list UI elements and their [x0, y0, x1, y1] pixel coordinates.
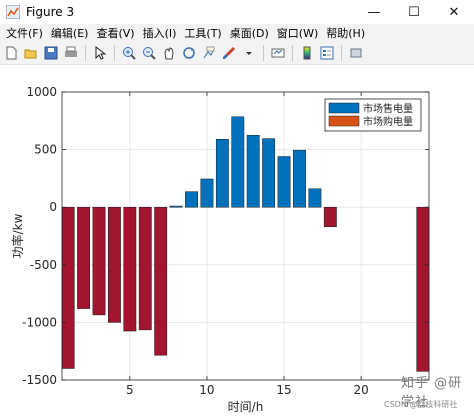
- print-icon[interactable]: [63, 45, 79, 61]
- menu-view[interactable]: 查看(V): [92, 25, 138, 41]
- bar-sell: [169, 205, 183, 208]
- toolbar-separator: [263, 45, 264, 61]
- window-titlebar: Figure 3 — ☐ ✕: [0, 0, 474, 24]
- y-tick-label: -500: [30, 258, 57, 272]
- figure-canvas: 5 10 15 20 -1500 -1000 -500 0 500 1000 时间/h 功率/kw…: [0, 65, 474, 419]
- menu-window[interactable]: 窗口(W): [273, 25, 322, 41]
- link-plot-icon[interactable]: [270, 45, 286, 61]
- x-axis-label: 时间/h: [228, 400, 264, 414]
- data-cursor-icon[interactable]: [201, 45, 217, 61]
- bar-sell: [215, 138, 229, 208]
- bars: [61, 116, 430, 372]
- close-button[interactable]: ✕: [434, 0, 474, 24]
- bar-sell: [262, 138, 276, 208]
- brush-icon[interactable]: [221, 45, 237, 61]
- menu-bar: 文件(F) 编辑(E) 查看(V) 插入(I) 工具(T) 桌面(D) 窗口(W…: [0, 24, 474, 42]
- menu-edit[interactable]: 编辑(E): [47, 25, 93, 41]
- legend-label-sell: 市场售电量: [363, 102, 413, 115]
- toolbar-separator: [114, 45, 115, 61]
- bar-sell: [185, 191, 198, 208]
- y-tick-label: -1500: [22, 373, 57, 387]
- bar-buy: [123, 206, 137, 332]
- bar-buy: [108, 206, 121, 323]
- bar-sell: [231, 116, 245, 208]
- x-tick-label: 20: [354, 383, 369, 397]
- menu-tools[interactable]: 工具(T): [180, 25, 225, 41]
- pan-icon[interactable]: [161, 45, 177, 61]
- legend-swatch-sell: [328, 102, 360, 114]
- x-tick-label: 5: [126, 383, 134, 397]
- chevron-down-icon[interactable]: [241, 45, 257, 61]
- x-tick-label: 10: [199, 383, 214, 397]
- bar-buy: [77, 206, 91, 309]
- toolbar-separator: [341, 45, 342, 61]
- bar-sell: [200, 178, 214, 208]
- menu-desktop[interactable]: 桌面(D): [226, 25, 273, 41]
- bar-buy: [154, 206, 168, 356]
- bar-buy: [416, 206, 430, 372]
- matlab-figure-icon: [6, 5, 20, 19]
- zoom-out-icon[interactable]: [141, 45, 157, 61]
- bar-sell: [293, 149, 306, 208]
- bar-buy: [138, 206, 152, 331]
- maximize-button[interactable]: ☐: [394, 0, 434, 24]
- y-tick-label: 1000: [26, 85, 57, 99]
- bar-buy: [92, 206, 106, 316]
- legend[interactable]: 市场售电量 市场购电量: [324, 98, 422, 132]
- bar-buy: [61, 206, 75, 369]
- zoom-in-icon[interactable]: [121, 45, 137, 61]
- x-tick-label: 15: [276, 383, 291, 397]
- y-axis-label: 功率/kw: [10, 213, 25, 258]
- bar-buy: [323, 206, 337, 228]
- save-icon[interactable]: [43, 45, 59, 61]
- y-tick-label: 500: [34, 143, 57, 157]
- new-figure-icon[interactable]: [3, 45, 19, 61]
- open-file-icon[interactable]: [23, 45, 39, 61]
- credit-text: CSDN @荔枝科研社: [384, 400, 458, 409]
- figure-toolbar: [0, 42, 474, 65]
- legend-icon[interactable]: [319, 45, 335, 61]
- bar-sell: [246, 134, 260, 208]
- toolbar-separator: [85, 45, 86, 61]
- menu-help[interactable]: 帮助(H): [322, 25, 369, 41]
- menu-insert[interactable]: 插入(I): [139, 25, 181, 41]
- bar-chart[interactable]: 5 10 15 20 -1500 -1000 -500 0 500 1000 时间/h 功率/kw…: [0, 65, 474, 419]
- bar-sell: [308, 188, 322, 208]
- hide-plot-tools-icon[interactable]: [348, 45, 364, 61]
- menu-file[interactable]: 文件(F): [2, 25, 47, 41]
- rotate-3d-icon[interactable]: [181, 45, 197, 61]
- bar-sell: [277, 156, 291, 208]
- window-title: Figure 3: [26, 5, 75, 19]
- legend-swatch-buy: [328, 115, 360, 127]
- window-controls: — ☐ ✕: [354, 0, 474, 24]
- edit-plot-icon[interactable]: [92, 45, 108, 61]
- minimize-button[interactable]: —: [354, 0, 394, 24]
- legend-label-buy: 市场购电量: [363, 115, 413, 128]
- y-tick-label: -1000: [22, 315, 57, 329]
- y-tick-label: 0: [49, 200, 57, 214]
- toolbar-separator: [292, 45, 293, 61]
- colorbar-icon[interactable]: [299, 45, 315, 61]
